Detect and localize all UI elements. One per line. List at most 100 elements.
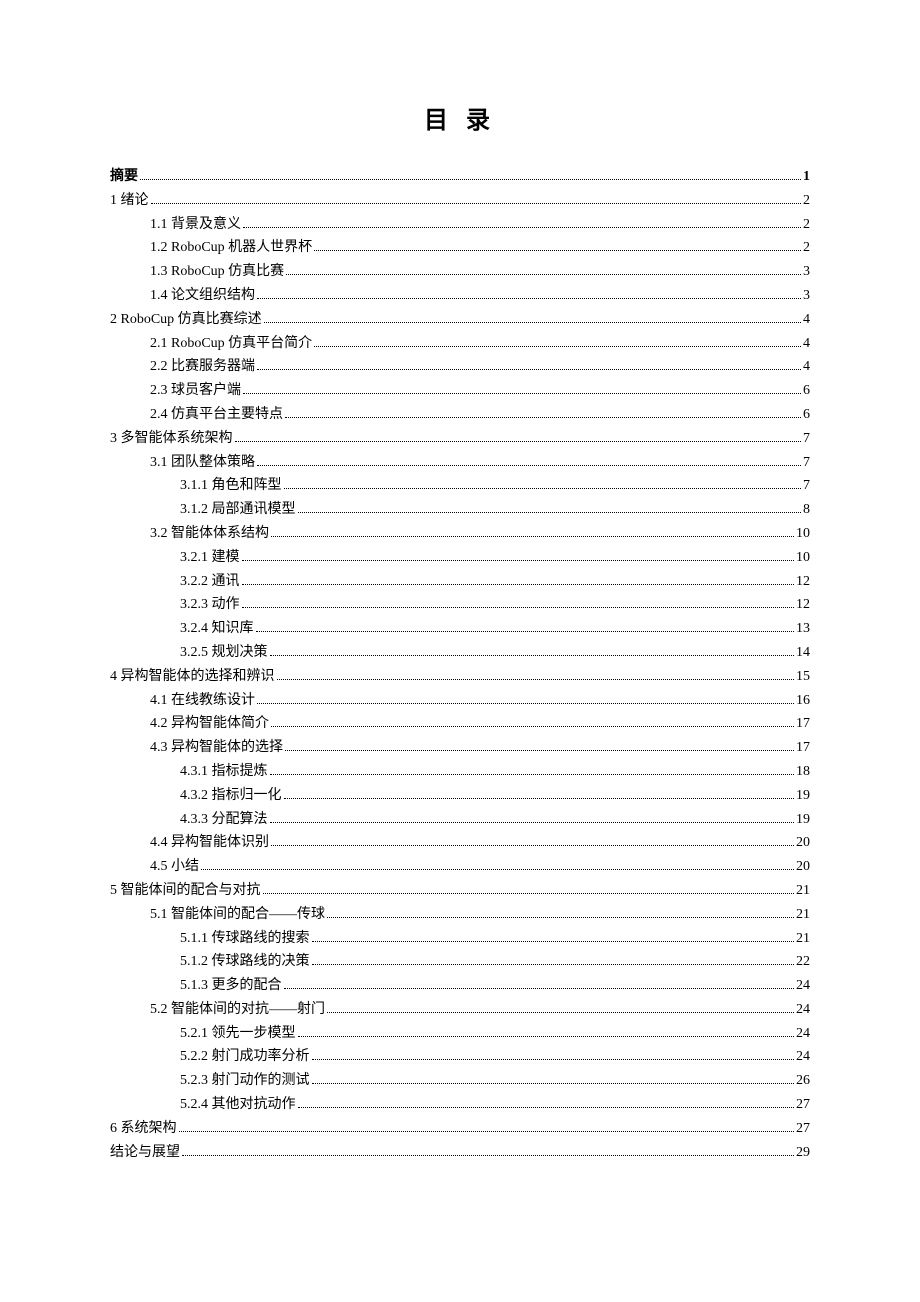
toc-entry: 4.3.3 分配算法 19 bbox=[110, 808, 810, 832]
toc-entry-page: 24 bbox=[796, 998, 810, 1022]
toc-entry-page: 19 bbox=[796, 808, 810, 832]
toc-entry-page: 7 bbox=[803, 427, 810, 451]
toc-entry-page: 21 bbox=[796, 927, 810, 951]
toc-entry-page: 4 bbox=[803, 355, 810, 379]
toc-leader-dots bbox=[298, 1107, 795, 1108]
toc-entry: 5.1.2 传球路线的决策 22 bbox=[110, 950, 810, 974]
toc-leader-dots bbox=[298, 1036, 795, 1037]
toc-entry-label: 2.2 比赛服务器端 bbox=[150, 355, 255, 379]
toc-entry: 摘要1 bbox=[110, 165, 810, 189]
toc-entry-label: 5.2 智能体间的对抗——射门 bbox=[150, 998, 325, 1022]
toc-leader-dots bbox=[284, 988, 795, 989]
toc-entry: 5.2.4 其他对抗动作 27 bbox=[110, 1093, 810, 1117]
toc-entry: 2.2 比赛服务器端 4 bbox=[110, 355, 810, 379]
toc-entry-page: 10 bbox=[796, 546, 810, 570]
toc-entry-label: 1.1 背景及意义 bbox=[150, 213, 241, 237]
toc-entry-label: 2.4 仿真平台主要特点 bbox=[150, 403, 283, 427]
toc-entry-label: 4.3.2 指标归一化 bbox=[180, 784, 282, 808]
toc-entry-page: 16 bbox=[796, 689, 810, 713]
toc-entry-page: 27 bbox=[796, 1117, 810, 1141]
toc-leader-dots bbox=[243, 227, 801, 228]
toc-entry: 5.2 智能体间的对抗——射门 24 bbox=[110, 998, 810, 1022]
toc-entry-label: 4.2 异构智能体简介 bbox=[150, 712, 269, 736]
toc-entry-label: 3.2.5 规划决策 bbox=[180, 641, 268, 665]
toc-entry-label: 4.3.3 分配算法 bbox=[180, 808, 268, 832]
toc-leader-dots bbox=[327, 1012, 794, 1013]
toc-entry: 2.3 球员客户端 6 bbox=[110, 379, 810, 403]
toc-leader-dots bbox=[271, 536, 794, 537]
toc-leader-dots bbox=[243, 393, 801, 394]
toc-entry-page: 20 bbox=[796, 855, 810, 879]
toc-entry: 3.2 智能体体系结构 10 bbox=[110, 522, 810, 546]
toc-leader-dots bbox=[312, 941, 795, 942]
toc-entry-label: 3.2.3 动作 bbox=[180, 593, 240, 617]
toc-entry-label: 4.4 异构智能体识别 bbox=[150, 831, 269, 855]
toc-entry-label: 3.1 团队整体策略 bbox=[150, 451, 255, 475]
toc-entry-page: 18 bbox=[796, 760, 810, 784]
toc-entry: 3.2.2 通讯12 bbox=[110, 570, 810, 594]
toc-entry-page: 24 bbox=[796, 974, 810, 998]
toc-entry: 5.1.1 传球路线的搜索21 bbox=[110, 927, 810, 951]
toc-entry-page: 17 bbox=[796, 736, 810, 760]
toc-leader-dots bbox=[256, 631, 795, 632]
toc-leader-dots bbox=[271, 845, 794, 846]
toc-entry: 2 RoboCup 仿真比赛综述4 bbox=[110, 308, 810, 332]
toc-entry: 5.2.1 领先一步模型 24 bbox=[110, 1022, 810, 1046]
toc-leader-dots bbox=[264, 322, 801, 323]
toc-leader-dots bbox=[327, 917, 794, 918]
toc-entry-page: 8 bbox=[803, 498, 810, 522]
toc-leader-dots bbox=[277, 679, 795, 680]
toc-entry-label: 2.1 RoboCup 仿真平台简介 bbox=[150, 332, 312, 356]
toc-entry-label: 4.3 异构智能体的选择 bbox=[150, 736, 283, 760]
toc-entry-page: 24 bbox=[796, 1022, 810, 1046]
toc-entry-page: 1 bbox=[803, 165, 810, 189]
toc-leader-dots bbox=[270, 822, 795, 823]
toc-entry-page: 7 bbox=[803, 474, 810, 498]
toc-entry-label: 6 系统架构 bbox=[110, 1117, 177, 1141]
toc-entry: 1 绪论2 bbox=[110, 189, 810, 213]
toc-entry: 5.1.3 更多的配合 24 bbox=[110, 974, 810, 998]
toc-entry-label: 3 多智能体系统架构 bbox=[110, 427, 233, 451]
toc-title: 目 录 bbox=[110, 100, 810, 135]
toc-leader-dots bbox=[151, 203, 802, 204]
toc-entry-page: 17 bbox=[796, 712, 810, 736]
toc-entry-page: 22 bbox=[796, 950, 810, 974]
toc-entry-page: 13 bbox=[796, 617, 810, 641]
toc-entry: 3.1.2 局部通讯模型8 bbox=[110, 498, 810, 522]
toc-entry-label: 5.2.2 射门成功率分析 bbox=[180, 1045, 310, 1069]
toc-entry-label: 5.2.3 射门动作的测试 bbox=[180, 1069, 310, 1093]
toc-entry-label: 5.2.1 领先一步模型 bbox=[180, 1022, 296, 1046]
toc-entry: 1.2 RoboCup 机器人世界杯2 bbox=[110, 236, 810, 260]
toc-leader-dots bbox=[242, 607, 795, 608]
toc-entry-label: 4.3.1 指标提炼 bbox=[180, 760, 268, 784]
toc-entry-page: 2 bbox=[803, 189, 810, 213]
toc-entry: 4.2 异构智能体简介 17 bbox=[110, 712, 810, 736]
toc-entry-page: 4 bbox=[803, 332, 810, 356]
toc-leader-dots bbox=[285, 417, 801, 418]
toc-entry-label: 2.3 球员客户端 bbox=[150, 379, 241, 403]
toc-entry-page: 3 bbox=[803, 260, 810, 284]
toc-entry-page: 27 bbox=[796, 1093, 810, 1117]
toc-entry-label: 5.1.3 更多的配合 bbox=[180, 974, 282, 998]
toc-entry: 4.5 小结20 bbox=[110, 855, 810, 879]
toc-leader-dots bbox=[271, 726, 794, 727]
toc-leader-dots bbox=[257, 465, 801, 466]
toc-entry-label: 3.2 智能体体系结构 bbox=[150, 522, 269, 546]
toc-leader-dots bbox=[201, 869, 794, 870]
toc-entry-page: 21 bbox=[796, 903, 810, 927]
toc-entry-page: 10 bbox=[796, 522, 810, 546]
toc-entry: 3.1 团队整体策略 7 bbox=[110, 451, 810, 475]
toc-entry: 4.3.2 指标归一化19 bbox=[110, 784, 810, 808]
toc-entry-page: 6 bbox=[803, 379, 810, 403]
toc-entry-label: 5.1 智能体间的配合——传球 bbox=[150, 903, 325, 927]
toc-entry-label: 5.2.4 其他对抗动作 bbox=[180, 1093, 296, 1117]
toc-entry: 5.2.3 射门动作的测试26 bbox=[110, 1069, 810, 1093]
toc-entry-label: 5.1.2 传球路线的决策 bbox=[180, 950, 310, 974]
toc-entry-page: 12 bbox=[796, 570, 810, 594]
toc-leader-dots bbox=[286, 274, 801, 275]
toc-entry-label: 4.1 在线教练设计 bbox=[150, 689, 255, 713]
toc-entry-page: 7 bbox=[803, 451, 810, 475]
toc-entry-page: 4 bbox=[803, 308, 810, 332]
toc-entry: 3.2.5 规划决策14 bbox=[110, 641, 810, 665]
toc-leader-dots bbox=[312, 1059, 795, 1060]
